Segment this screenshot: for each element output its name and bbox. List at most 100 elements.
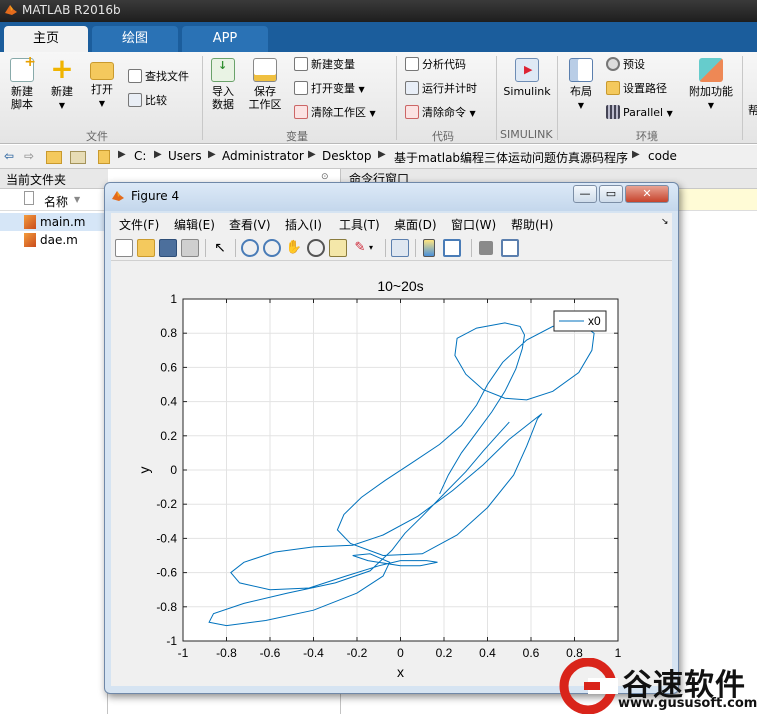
menu-desktop[interactable]: 桌面(D) bbox=[394, 216, 437, 233]
save-workspace-label-1: 保存 bbox=[254, 85, 276, 98]
menu-help[interactable]: 帮助(H) bbox=[511, 216, 553, 233]
panel-menu-icon[interactable]: ⊙ bbox=[321, 172, 329, 182]
data-cursor-icon[interactable] bbox=[329, 239, 347, 257]
breadcrumb-separator: ▶ bbox=[118, 149, 126, 160]
preferences-button[interactable]: 预设 bbox=[606, 56, 645, 74]
legend-label: x0 bbox=[588, 314, 601, 328]
print-icon[interactable] bbox=[181, 239, 199, 257]
help-button-partial[interactable]: 帮 bbox=[748, 102, 757, 120]
x-axis-label: x bbox=[397, 664, 404, 680]
new-figure-icon[interactable] bbox=[115, 239, 133, 257]
simulink-button[interactable]: ▶ Simulink bbox=[500, 58, 554, 98]
clear-workspace-button[interactable]: 清除工作区 ▼ bbox=[294, 104, 376, 122]
open-file-icon[interactable] bbox=[137, 239, 155, 257]
breadcrumb-item[interactable]: code bbox=[648, 149, 677, 163]
menu-file[interactable]: 文件(F) bbox=[119, 216, 159, 233]
x-tick-label: -0.8 bbox=[216, 646, 237, 660]
cursor-arrow-icon[interactable]: ↖ bbox=[211, 239, 229, 257]
save-workspace-button[interactable]: 保存 工作区 bbox=[246, 58, 284, 111]
run-and-time-button[interactable]: 运行并计时 bbox=[405, 80, 477, 98]
new-variable-button[interactable]: 新建变量 bbox=[294, 56, 355, 74]
breadcrumb-item[interactable]: 基于matlab编程三体运动问题仿真源码程序 bbox=[394, 149, 628, 166]
tab-apps[interactable]: APP bbox=[182, 26, 268, 52]
section-simulink-label: SIMULINK bbox=[500, 128, 553, 141]
compare-button[interactable]: 比较 bbox=[128, 92, 167, 110]
analyze-code-icon bbox=[405, 57, 419, 71]
breadcrumb-separator: ▶ bbox=[378, 149, 386, 160]
breadcrumb-separator: ▶ bbox=[632, 149, 640, 160]
sort-arrow-icon[interactable]: ▼ bbox=[74, 195, 80, 204]
column-name-header[interactable]: 名称 bbox=[44, 193, 68, 210]
breadcrumb-separator: ▶ bbox=[154, 149, 162, 160]
menu-view[interactable]: 查看(V) bbox=[229, 216, 271, 233]
x-tick-label: 0 bbox=[397, 646, 404, 660]
breadcrumb-item[interactable]: Desktop bbox=[322, 149, 372, 163]
parallel-button[interactable]: Parallel ▼ bbox=[606, 104, 673, 122]
import-label-1: 导入 bbox=[212, 85, 234, 98]
hide-plot-tools-icon[interactable] bbox=[479, 241, 493, 255]
save-icon[interactable] bbox=[159, 239, 177, 257]
ribbon-tabbar: 主页 绘图 APP bbox=[0, 22, 757, 52]
rotate-3d-icon[interactable] bbox=[307, 239, 325, 257]
breadcrumb-item[interactable]: Users bbox=[168, 149, 202, 163]
toolbar-separator bbox=[471, 239, 472, 257]
chevron-down-icon: ▼ bbox=[469, 109, 476, 118]
analyze-code-button[interactable]: 分析代码 bbox=[405, 56, 466, 74]
chart[interactable]: -1 -0.8 -0.6 -0.4 -0.2 0 0.2 0.4 0.6 0.8 1 -1 -0.8 -0… bbox=[111, 261, 672, 686]
find-files-button[interactable]: 查找文件 bbox=[128, 68, 189, 86]
dock-arrow-icon[interactable]: ↘ bbox=[661, 217, 669, 227]
maximize-button[interactable]: ▭ bbox=[599, 185, 623, 203]
layout-icon bbox=[569, 58, 593, 82]
minimize-button[interactable]: — bbox=[573, 185, 597, 203]
menu-edit[interactable]: 编辑(E) bbox=[174, 216, 215, 233]
brush-icon[interactable]: ✎ bbox=[351, 239, 369, 257]
set-path-button[interactable]: 设置路径 bbox=[606, 80, 667, 98]
find-files-label: 查找文件 bbox=[145, 70, 189, 83]
legend-icon[interactable] bbox=[443, 239, 461, 257]
analyze-code-label: 分析代码 bbox=[422, 58, 466, 71]
y-tick-label: -1 bbox=[166, 634, 177, 648]
breadcrumb-item[interactable]: C: bbox=[134, 149, 146, 163]
zoom-in-icon[interactable] bbox=[241, 239, 259, 257]
figure-title: Figure 4 bbox=[131, 189, 180, 203]
import-data-button[interactable]: ↓ 导入 数据 bbox=[206, 58, 240, 111]
app-titlebar: MATLAB R2016b bbox=[0, 0, 757, 22]
tab-home[interactable]: 主页 bbox=[4, 26, 88, 52]
colorbar-icon[interactable] bbox=[423, 239, 435, 257]
back-arrow-icon[interactable]: ⇦ bbox=[4, 149, 20, 165]
forward-arrow-icon[interactable]: ⇨ bbox=[24, 149, 40, 165]
watermark: 谷速软件 www.gususoft.com bbox=[558, 657, 757, 714]
open-label: 打开 bbox=[91, 83, 113, 96]
address-bar: ⇦ ⇨ ▶ C: ▶ Users ▶ Administrator ▶ Deskt… bbox=[0, 145, 757, 169]
layout-button[interactable]: 布局 ▼ bbox=[564, 58, 598, 112]
chevron-down-icon: ▼ bbox=[577, 101, 585, 110]
chevron-down-icon: ▼ bbox=[98, 99, 106, 108]
new-button[interactable]: + 新建 ▼ bbox=[46, 55, 78, 112]
up-folder-icon[interactable] bbox=[46, 151, 62, 164]
parallel-label: Parallel bbox=[623, 106, 664, 119]
clear-commands-button[interactable]: 清除命令 ▼ bbox=[405, 104, 476, 122]
file-list-item[interactable]: main.m bbox=[0, 213, 108, 231]
toolbar-separator bbox=[385, 239, 386, 257]
menu-window[interactable]: 窗口(W) bbox=[451, 216, 496, 233]
open-variable-button[interactable]: 打开变量 ▼ bbox=[294, 80, 365, 98]
figure-titlebar[interactable]: Figure 4 — ▭ ✕ bbox=[105, 183, 678, 211]
breadcrumb-item[interactable]: Administrator bbox=[222, 149, 304, 163]
pan-hand-icon[interactable]: ✋ bbox=[285, 239, 303, 257]
addons-button[interactable]: 附加功能 ▼ bbox=[686, 58, 736, 112]
link-plot-icon[interactable] bbox=[391, 239, 409, 257]
ribbon-divider bbox=[202, 56, 203, 140]
open-button[interactable]: 打开 ▼ bbox=[86, 58, 118, 110]
import-icon: ↓ bbox=[211, 58, 235, 82]
menu-tools[interactable]: 工具(T) bbox=[339, 216, 380, 233]
tab-plots[interactable]: 绘图 bbox=[92, 26, 178, 52]
show-plot-tools-icon[interactable] bbox=[501, 239, 519, 257]
ribbon-divider bbox=[742, 56, 743, 140]
section-variable-label: 变量 bbox=[286, 130, 308, 143]
close-button[interactable]: ✕ bbox=[625, 185, 669, 203]
file-list-item[interactable]: dae.m bbox=[0, 231, 108, 249]
browse-folder-icon[interactable] bbox=[70, 151, 86, 164]
zoom-out-icon[interactable] bbox=[263, 239, 281, 257]
new-script-button[interactable]: + 新建 脚本 bbox=[6, 55, 38, 111]
menu-insert[interactable]: 插入(I) bbox=[285, 216, 322, 233]
